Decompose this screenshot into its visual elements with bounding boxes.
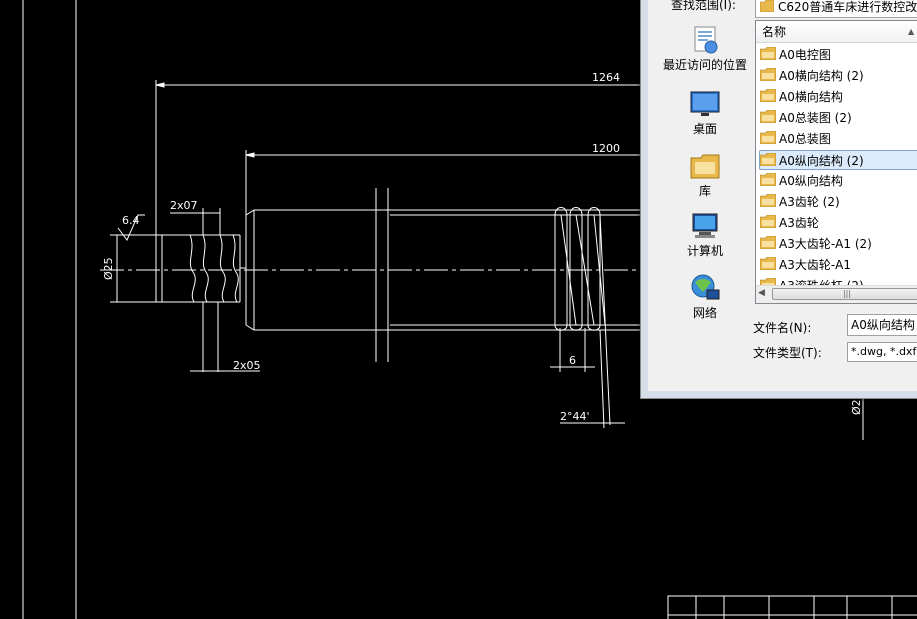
place-library[interactable]: 库 — [655, 150, 755, 199]
place-network[interactable]: 网络 — [655, 272, 755, 321]
folder-icon — [759, 0, 775, 17]
folder-icon — [759, 152, 777, 172]
place-desktop[interactable]: 桌面 — [655, 88, 755, 137]
look-in-value: C620普通车床进行数控改造 — [778, 0, 917, 14]
dim-roughness: 6.4 — [122, 214, 140, 227]
places-bar: 最近访问的位置 桌面 库 计算机 网络 — [655, 20, 755, 380]
dim-groove-top: 2x07 — [170, 199, 198, 212]
place-library-label: 库 — [698, 184, 711, 198]
file-list-item[interactable]: A0总装图 — [759, 129, 917, 150]
dim-overall-length: 1264 — [592, 71, 620, 84]
file-list-item-label: A0总装图 — [779, 132, 831, 146]
folder-icon — [759, 172, 777, 192]
file-list-item[interactable]: A0横向结构 (2) — [759, 66, 917, 87]
folder-icon — [759, 256, 777, 276]
place-recent-label: 最近访问的位置 — [662, 58, 747, 72]
file-list-item-label: A3齿轮 — [779, 216, 819, 230]
look-in-label: 查找范围(I): — [671, 0, 736, 12]
file-list-item-label: A0总装图 (2) — [779, 111, 852, 125]
desktop-icon — [655, 88, 755, 120]
file-list-item-label: A0纵向结构 (2) — [779, 154, 864, 168]
folder-icon — [759, 130, 777, 150]
file-list-item-label: A0电控图 — [779, 48, 831, 62]
dim-groove-bottom: 2x05 — [233, 359, 261, 372]
scrollbar-thumb[interactable]: ||| — [772, 288, 917, 300]
folder-icon — [759, 67, 777, 87]
file-list-item[interactable]: A0横向结构 — [759, 87, 917, 108]
file-list-item-label: A0横向结构 (2) — [779, 69, 864, 83]
filename-label: 文件名(N): — [753, 321, 812, 335]
file-list-item[interactable]: A3大齿轮-A1 (2) — [759, 234, 917, 255]
file-list-item[interactable]: A0纵向结构 (2) — [759, 150, 917, 170]
horizontal-scrollbar[interactable]: ◀ ||| — [756, 285, 917, 303]
network-icon — [655, 272, 755, 304]
folder-icon — [759, 88, 777, 108]
file-list-item-label: A3齿轮 (2) — [779, 195, 840, 209]
folder-icon — [759, 214, 777, 234]
file-list[interactable]: 名称 ▲ A0电控图 A0横向结构 (2) A0横向结构 A0总装图 (2) A0总装图… — [755, 20, 917, 304]
recent-places-icon — [655, 24, 755, 56]
file-list-item[interactable]: A0纵向结构 — [759, 171, 917, 192]
file-open-dialog: 查找范围(I): C620普通车床进行数控改造 最近访问的位置 桌面 库 计算机… — [640, 0, 917, 399]
place-computer-label: 计算机 — [686, 244, 723, 258]
filetype-value: *.dwg, *.dxf — [851, 345, 917, 358]
dim-helix-angle: 2°44' — [560, 410, 590, 423]
file-list-item-label: A0纵向结构 — [779, 174, 843, 188]
file-list-item-label: A3大齿轮-A1 (2) — [779, 237, 872, 251]
place-recent[interactable]: 最近访问的位置 — [655, 24, 755, 73]
file-list-item[interactable]: A0电控图 — [759, 45, 917, 66]
folder-icon — [759, 109, 777, 129]
column-header-label: 名称 — [762, 25, 787, 39]
place-network-label: 网络 — [692, 306, 717, 320]
place-desktop-label: 桌面 — [692, 122, 717, 136]
file-list-item-label: A3大齿轮-A1 — [779, 258, 852, 272]
column-header-name[interactable]: 名称 ▲ — [756, 21, 917, 43]
filename-value: A0纵向结构 — [851, 318, 915, 332]
look-in-combobox[interactable]: C620普通车床进行数控改造 — [755, 0, 917, 18]
dialog-frame-bottom — [641, 391, 917, 398]
dim-bar-length: 1200 — [592, 142, 620, 155]
scroll-left-icon[interactable]: ◀ — [758, 288, 765, 298]
dim-diameter: Ø25 — [102, 257, 115, 280]
folder-icon — [759, 46, 777, 66]
sort-ascending-icon: ▲ — [908, 27, 915, 36]
dim-pitch: 6 — [569, 354, 576, 367]
file-list-item[interactable]: A3齿轮 (2) — [759, 192, 917, 213]
library-icon — [655, 150, 755, 182]
computer-icon — [655, 210, 755, 242]
filetype-select[interactable]: *.dwg, *.dxf — [847, 342, 917, 362]
filetype-label: 文件类型(T): — [753, 346, 822, 360]
place-computer[interactable]: 计算机 — [655, 210, 755, 259]
file-list-item[interactable]: A3大齿轮-A1 — [759, 255, 917, 276]
folder-icon — [759, 193, 777, 213]
file-list-item[interactable]: A3齿轮 — [759, 213, 917, 234]
folder-icon — [759, 235, 777, 255]
filename-input[interactable]: A0纵向结构 — [847, 314, 917, 336]
file-list-item-label: A0横向结构 — [779, 90, 843, 104]
file-list-item[interactable]: A0总装图 (2) — [759, 108, 917, 129]
dialog-frame-left — [641, 0, 648, 398]
